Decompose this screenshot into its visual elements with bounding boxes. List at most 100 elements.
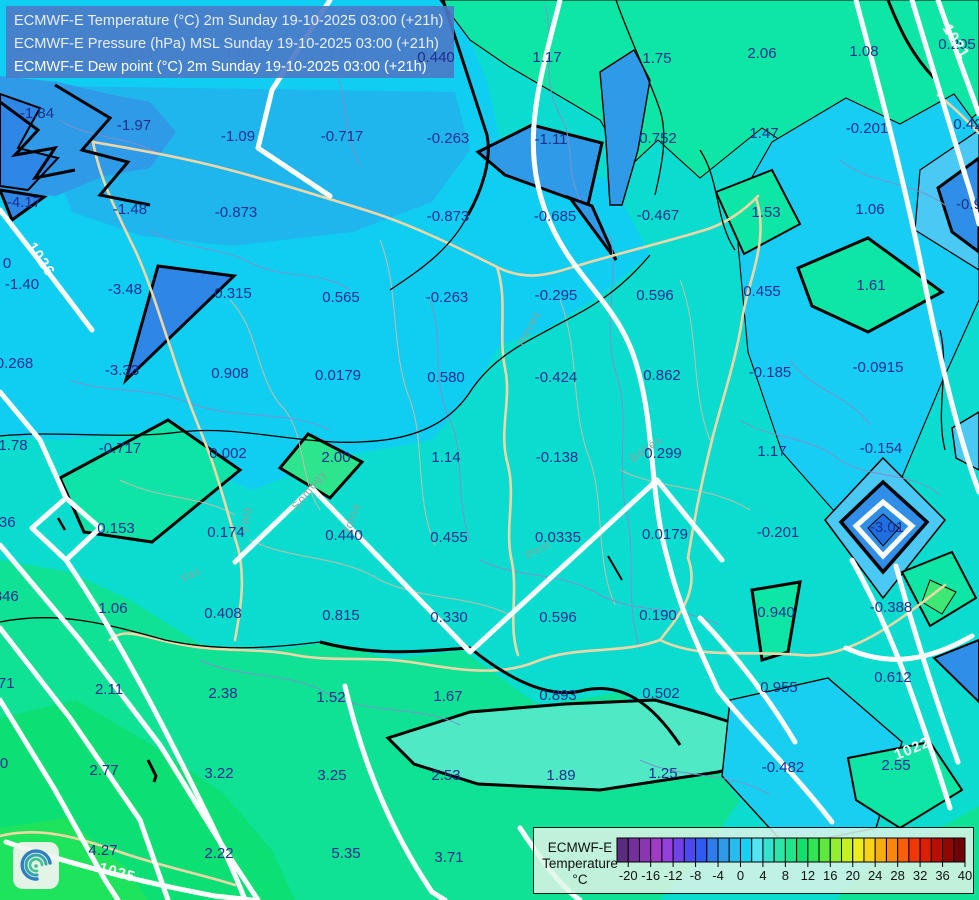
title-dewpoint: ECMWF-E Dew point (°C) 2m Sunday 19-10-2… [14,59,427,75]
dewpoint-value-label: 1.53 [751,204,780,221]
dewpoint-value-label: -0.295 [535,287,578,304]
dewpoint-value-label: 0.815 [322,607,360,624]
dewpoint-value-label: 0.565 [322,289,360,306]
legend-tick-value: 12 [801,868,815,883]
dewpoint-value-label: -0.685 [534,208,577,225]
legend-color-cell [762,837,775,863]
dewpoint-value-label: 0.893 [539,687,577,704]
dewpoint-value-label: 2.11 [95,681,123,698]
dewpoint-value-label: 3.25 [317,767,346,784]
dewpoint-value-label: -1.09 [221,128,255,145]
legend-tick-value: 4 [759,868,766,883]
dewpoint-value-label: 0.174 [207,524,245,541]
dewpoint-value-label: -1.97 [117,117,151,134]
dewpoint-value-label: -0.873 [427,208,470,225]
dewpoint-value-label: -3.48 [108,281,142,298]
legend-tick-value: 28 [890,868,904,883]
weather-map-page: VasZalaSomogyTolnaHevesPestBékés -3.51-3… [0,0,979,900]
legend-color-cell [706,837,719,863]
temperature-legend: ECMWF-E Temperature °C -20 -16 -12 -8 -4 0 4 8 1… [533,827,974,894]
dewpoint-value-label: -0.482 [762,759,805,776]
legend-color-cell [829,837,843,863]
dewpoint-value-label: 0.330 [430,609,468,626]
dewpoint-value-label: 1.06 [855,201,884,218]
dewpoint-value-label: 0.940 [757,604,795,621]
dewpoint-value-label: 4.27 [88,842,117,859]
dewpoint-value-label: -0.873 [215,204,258,221]
legend-color-cell [638,837,652,863]
dewpoint-value-label: -0.467 [637,207,680,224]
dewpoint-value-label: 2.06 [747,45,776,62]
dewpoint-value-label: -0.717 [321,128,364,145]
legend-tick-value: 36 [935,868,949,883]
dewpoint-value-label: 5.35 [331,845,360,862]
legend-color-cell [897,837,910,863]
legend-color-cell [908,837,921,863]
legend-tick-value: 20 [846,868,860,883]
legend-color-cell [717,837,730,863]
legend-color-cell [650,837,663,863]
dewpoint-value-label: 1.67 [433,688,462,705]
legend-color-cell [672,837,685,863]
dewpoint-value-label: -3.33 [105,362,139,379]
dewpoint-value-label: -0.263 [427,130,470,147]
dewpoint-value-label: -4.17 [7,194,41,211]
weather-spiral-logo [13,842,59,889]
title-pressure: ECMWF-E Pressure (hPa) MSL Sunday 19-10-… [14,36,439,52]
legend-tick-value: 0 [737,868,744,883]
dewpoint-value-label: 0.862 [643,367,681,384]
legend-tick-value: -16 [641,868,660,883]
dewpoint-value-label: -1.40 [5,276,39,293]
dewpoint-value-label: 0.908 [211,365,249,382]
dewpoint-value-label: -0.717 [99,440,142,457]
legend-unit-label: °C [572,872,587,887]
dewpoint-value-label: 2.22 [204,845,233,862]
dewpoint-value-label: 0.955 [760,679,798,696]
dewpoint-value-label: 1.78 [0,437,28,454]
legend-color-cell [942,837,955,863]
dewpoint-value-label: -0.388 [870,599,913,616]
dewpoint-value-label: -1.48 [113,201,147,218]
dewpoint-value-label: 0.846 [0,588,19,605]
legend-color-cell [784,837,798,863]
legend-colorbar [616,837,966,863]
dewpoint-value-label: 0.0335 [535,529,581,546]
dewpoint-value-label: -1.84 [20,105,54,122]
legend-tick-value: -12 [664,868,683,883]
legend-color-cell [953,837,966,863]
dewpoint-value-label: 3.22 [204,765,233,782]
dewpoint-value-label: 0.299 [644,445,682,462]
dewpoint-value-label: -0.0915 [853,359,904,376]
dewpoint-value-label: -0.263 [426,289,469,306]
dewpoint-value-label: 0 [3,255,11,272]
legend-color-cell [695,837,708,863]
dewpoint-value-label: 1.17 [532,49,561,66]
legend-color-cell [751,837,764,863]
legend-color-cell [807,837,820,863]
dewpoint-value-label: 0.440 [417,49,455,66]
dewpoint-value-label: 2.53 [431,767,460,784]
legend-color-cell [627,837,640,863]
dewpoint-value-label: 1.89 [546,767,575,784]
dewpoint-value-label: -0.424 [535,369,578,386]
dewpoint-value-label: 2.38 [208,685,237,702]
dewpoint-value-label: -0.9 [956,196,979,213]
dewpoint-value-label: 1.47 [749,125,778,142]
legend-model-label: ECMWF-E [548,840,613,855]
legend-color-cell [919,837,932,863]
dewpoint-value-label: -0.185 [749,364,792,381]
dewpoint-value-label: -0.268 [0,355,33,372]
dewpoint-value-label: 3.71 [434,849,463,866]
legend-color-cell [874,837,887,863]
legend-tick-value: 8 [782,868,789,883]
dewpoint-value-label: 2.77 [89,762,118,779]
dewpoint-value-label: 1.61 [856,277,885,294]
dewpoint-value-label: 1.25 [648,765,677,782]
legend-color-cell [852,837,865,863]
dewpoint-value-label: -0.201 [846,120,889,137]
legend-tick-value: -20 [619,868,638,883]
dewpoint-value-label: 0.455 [430,529,468,546]
dewpoint-value-label: 0.502 [642,685,680,702]
legend-color-cell [773,837,786,863]
legend-color-cell [885,837,899,863]
